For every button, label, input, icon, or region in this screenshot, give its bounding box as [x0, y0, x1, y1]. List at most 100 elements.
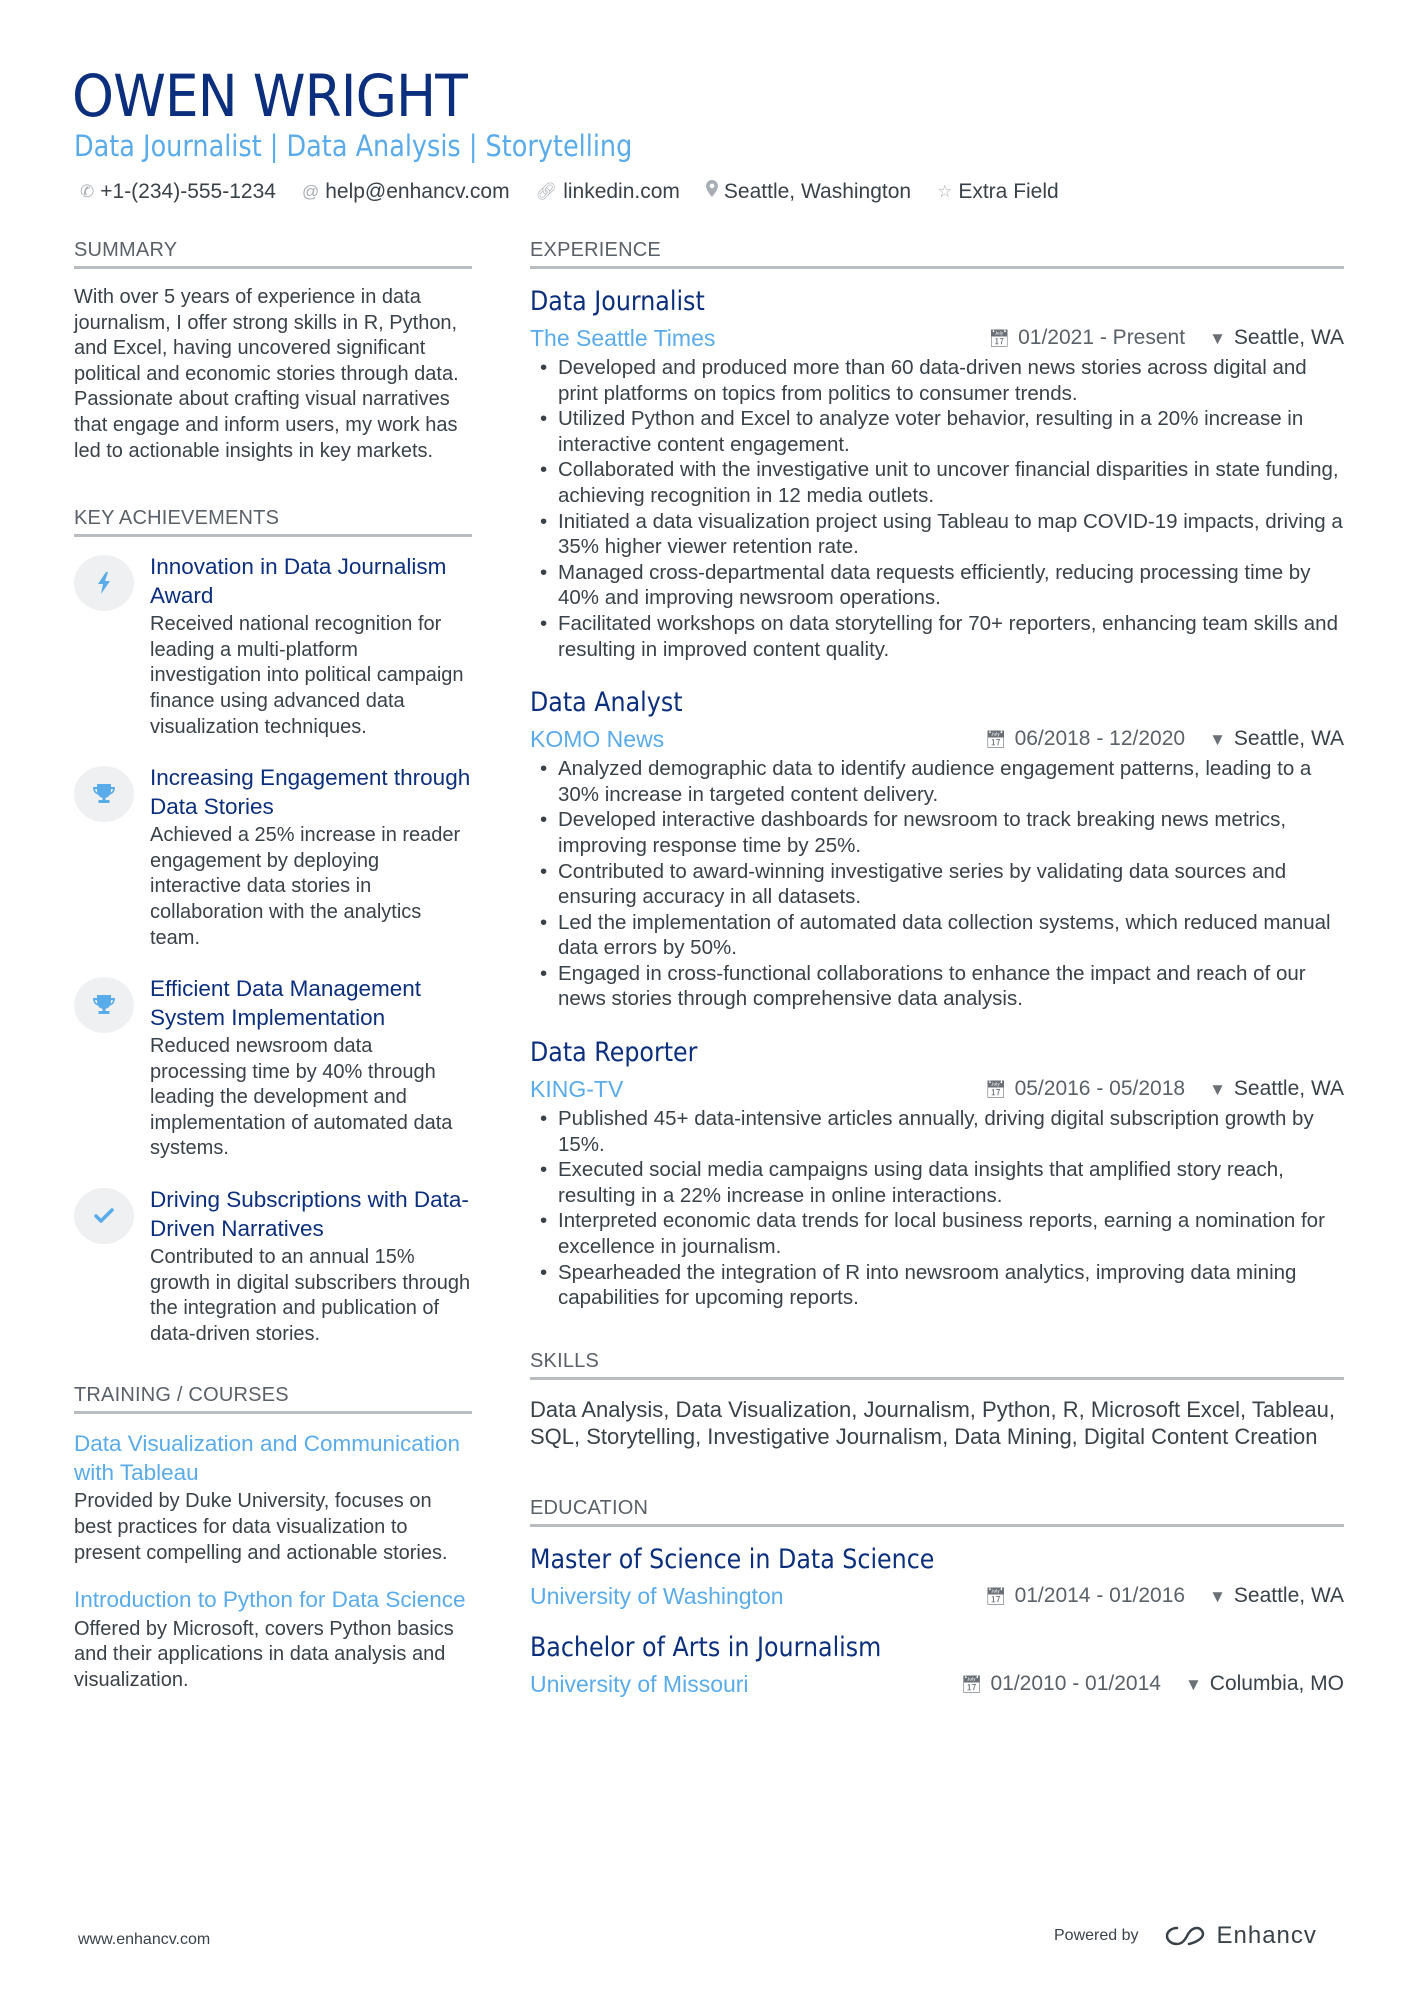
achievement-item: Efficient Data Management System Impleme… — [74, 975, 472, 1162]
enhancv-brand-name: Enhancv — [1216, 1922, 1317, 1949]
job-title: Data Journalist — [530, 286, 705, 317]
achievement-description: Achieved a 25% increase in reader engage… — [150, 824, 461, 949]
candidate-name: OWEN WRIGHT — [72, 62, 468, 130]
education-section: EDUCATION Master of Science in Data Scie… — [530, 1494, 1344, 1699]
education-entry: Master of Science in Data Science Univer… — [530, 1543, 1344, 1611]
contact-extra: ☆ Extra Field — [937, 178, 1059, 206]
skills-heading: SKILLS — [530, 1347, 1344, 1380]
job-bullets: Developed and produced more than 60 data… — [530, 355, 1344, 662]
job-entry: Data Journalist The Seattle Times 📅︎ 01/2… — [530, 285, 1344, 662]
achievement-title: Driving Subscriptions with Data-Driven N… — [150, 1187, 469, 1241]
achievement-item: Innovation in Data Journalism Award Rece… — [74, 553, 472, 740]
course-item: Introduction to Python for Data Science … — [74, 1586, 472, 1693]
calendar-icon: 📅︎ — [984, 1586, 1007, 1606]
candidate-title: Data Journalist | Data Analysis | Storyt… — [74, 129, 633, 163]
job-company: The Seattle Times — [530, 325, 716, 351]
contact-extra-text: Extra Field — [958, 180, 1059, 203]
skills-section: SKILLS Data Analysis, Data Visualization… — [530, 1347, 1344, 1450]
location-pin-icon — [705, 178, 718, 206]
course-title: Data Visualization and Communication wit… — [74, 1431, 461, 1485]
job-company: KOMO News — [530, 726, 665, 753]
powered-by-label: Powered by — [1054, 1927, 1139, 1944]
enhancv-logo-icon — [1165, 1926, 1204, 1946]
at-icon: @ — [301, 182, 320, 201]
contact-linkedin-text: linkedin.com — [563, 180, 680, 203]
lightning-bolt-icon — [74, 555, 134, 612]
training-heading: TRAINING / COURSES — [74, 1381, 472, 1415]
enhancv-logo[interactable]: Enhancv — [1163, 1922, 1317, 1950]
school-name: University of Missouri — [530, 1670, 749, 1697]
course-title: Introduction to Python for Data Science — [74, 1587, 466, 1613]
job-entry: Data Analyst KOMO News 📅︎ 06/2018 - 12/20… — [530, 686, 1344, 1012]
job-dates: 📅︎ 01/2021 - Present — [988, 326, 1186, 349]
contact-email[interactable]: @ help@enhancv.com — [302, 178, 510, 206]
achievement-title: Innovation in Data Journalism Award — [150, 554, 447, 608]
education-entry: Bachelor of Arts in Journalism Universit… — [530, 1631, 1344, 1699]
calendar-icon: 📅︎ — [984, 1080, 1007, 1100]
location-pin-icon: ▼ — [1209, 329, 1226, 348]
location-pin-icon: ▼ — [1209, 730, 1226, 750]
location-pin-icon: ▼ — [1209, 1586, 1226, 1606]
job-company: KING-TV — [530, 1076, 624, 1103]
course-description: Offered by Microsoft, covers Python basi… — [74, 1617, 454, 1691]
experience-section: EXPERIENCE Data Journalist The Seattle T… — [530, 236, 1344, 1311]
calendar-icon: 📅︎ — [960, 1674, 983, 1694]
job-location: ▼ Seattle, WA — [1209, 1077, 1344, 1101]
contact-phone[interactable]: ✆ +1-(234)-555-1234 — [80, 178, 276, 206]
bullet-item: Facilitated workshops on data storytelli… — [530, 611, 1344, 662]
achievements-heading: KEY ACHIEVEMENTS — [74, 504, 472, 538]
job-entry: Data Reporter KING-TV 📅︎ 05/2016 - 05/201… — [530, 1036, 1344, 1311]
training-section: TRAINING / COURSES Data Visualization an… — [74, 1381, 472, 1693]
footer-powered-by: Powered by Enhancv — [1054, 1922, 1317, 1950]
calendar-icon: 📅︎ — [988, 329, 1011, 348]
bullet-item: Analyzed demographic data to identify au… — [530, 756, 1344, 807]
job-bullets: Published 45+ data-intensive articles an… — [530, 1106, 1344, 1311]
contact-bar: ✆ +1-(234)-555-1234 @ help@enhancv.com 🔗… — [80, 178, 1059, 206]
link-icon: 🔗︎ — [535, 182, 558, 201]
bullet-item: Managed cross-departmental data requests… — [530, 560, 1344, 611]
location-pin-icon: ▼ — [1209, 1080, 1226, 1100]
job-location: ▼ Seattle, WA — [1209, 727, 1344, 751]
summary-heading: SUMMARY — [74, 236, 472, 269]
phone-icon: ✆ — [80, 182, 95, 201]
achievement-item: Driving Subscriptions with Data-Driven N… — [74, 1186, 472, 1347]
achievement-item: Increasing Engagement through Data Stori… — [74, 764, 472, 951]
bullet-item: Contributed to award-winning investigati… — [530, 859, 1344, 910]
skills-text: Data Analysis, Data Visualization, Journ… — [530, 1396, 1336, 1449]
education-dates: 📅︎ 01/2014 - 01/2016 — [984, 1583, 1186, 1607]
education-location: ▼ Columbia, MO — [1184, 1671, 1344, 1695]
right-column: EXPERIENCE Data Journalist The Seattle T… — [530, 236, 1344, 1719]
location-pin-icon: ▼ — [1184, 1674, 1202, 1694]
degree-title: Master of Science in Data Science — [530, 1543, 935, 1575]
bullet-item: Collaborated with the investigative unit… — [530, 457, 1344, 508]
achievements-section: KEY ACHIEVEMENTS Innovation in Data Jour… — [74, 504, 472, 1347]
job-meta: The Seattle Times 📅︎ 01/2021 - Present ▼ S… — [530, 323, 1344, 353]
footer-website-link[interactable]: www.enhancv.com — [78, 1931, 210, 1949]
education-location: ▼ Seattle, WA — [1209, 1583, 1344, 1607]
resume-page: OWEN WRIGHT Data Journalist | Data Analy… — [0, 0, 1410, 1995]
bullet-item: Spearheaded the integration of R into ne… — [530, 1260, 1344, 1311]
achievement-description: Received national recognition for leadin… — [150, 613, 464, 738]
job-dates: 📅︎ 05/2016 - 05/2018 — [984, 1077, 1186, 1101]
education-meta: University of Washington 📅︎ 01/2014 - 01/… — [530, 1581, 1344, 1611]
achievement-title: Efficient Data Management System Impleme… — [150, 976, 421, 1030]
summary-text: With over 5 years of experience in data … — [74, 286, 459, 462]
course-item: Data Visualization and Communication wit… — [74, 1430, 472, 1566]
contact-phone-text: +1-(234)-555-1234 — [100, 180, 276, 203]
contact-email-text: help@enhancv.com — [325, 180, 510, 203]
bullet-item: Initiated a data visualization project u… — [530, 509, 1344, 560]
course-description: Provided by Duke University, focuses on … — [74, 1490, 448, 1564]
education-heading: EDUCATION — [530, 1494, 1344, 1527]
job-dates: 📅︎ 06/2018 - 12/2020 — [984, 727, 1186, 751]
checkmark-icon — [74, 1188, 134, 1245]
experience-heading: EXPERIENCE — [530, 236, 1344, 269]
job-meta: KOMO News 📅︎ 06/2018 - 12/2020 ▼ Seattle, … — [530, 724, 1344, 754]
bullet-item: Developed and produced more than 60 data… — [530, 355, 1344, 406]
bullet-item: Engaged in cross-functional collaboratio… — [530, 961, 1344, 1012]
job-bullets: Analyzed demographic data to identify au… — [530, 756, 1344, 1012]
contact-linkedin[interactable]: 🔗︎ linkedin.com — [536, 178, 680, 206]
star-icon: ☆ — [937, 182, 953, 201]
job-title: Data Analyst — [530, 687, 683, 719]
trophy-icon — [74, 977, 134, 1034]
calendar-icon: 📅︎ — [984, 730, 1007, 750]
